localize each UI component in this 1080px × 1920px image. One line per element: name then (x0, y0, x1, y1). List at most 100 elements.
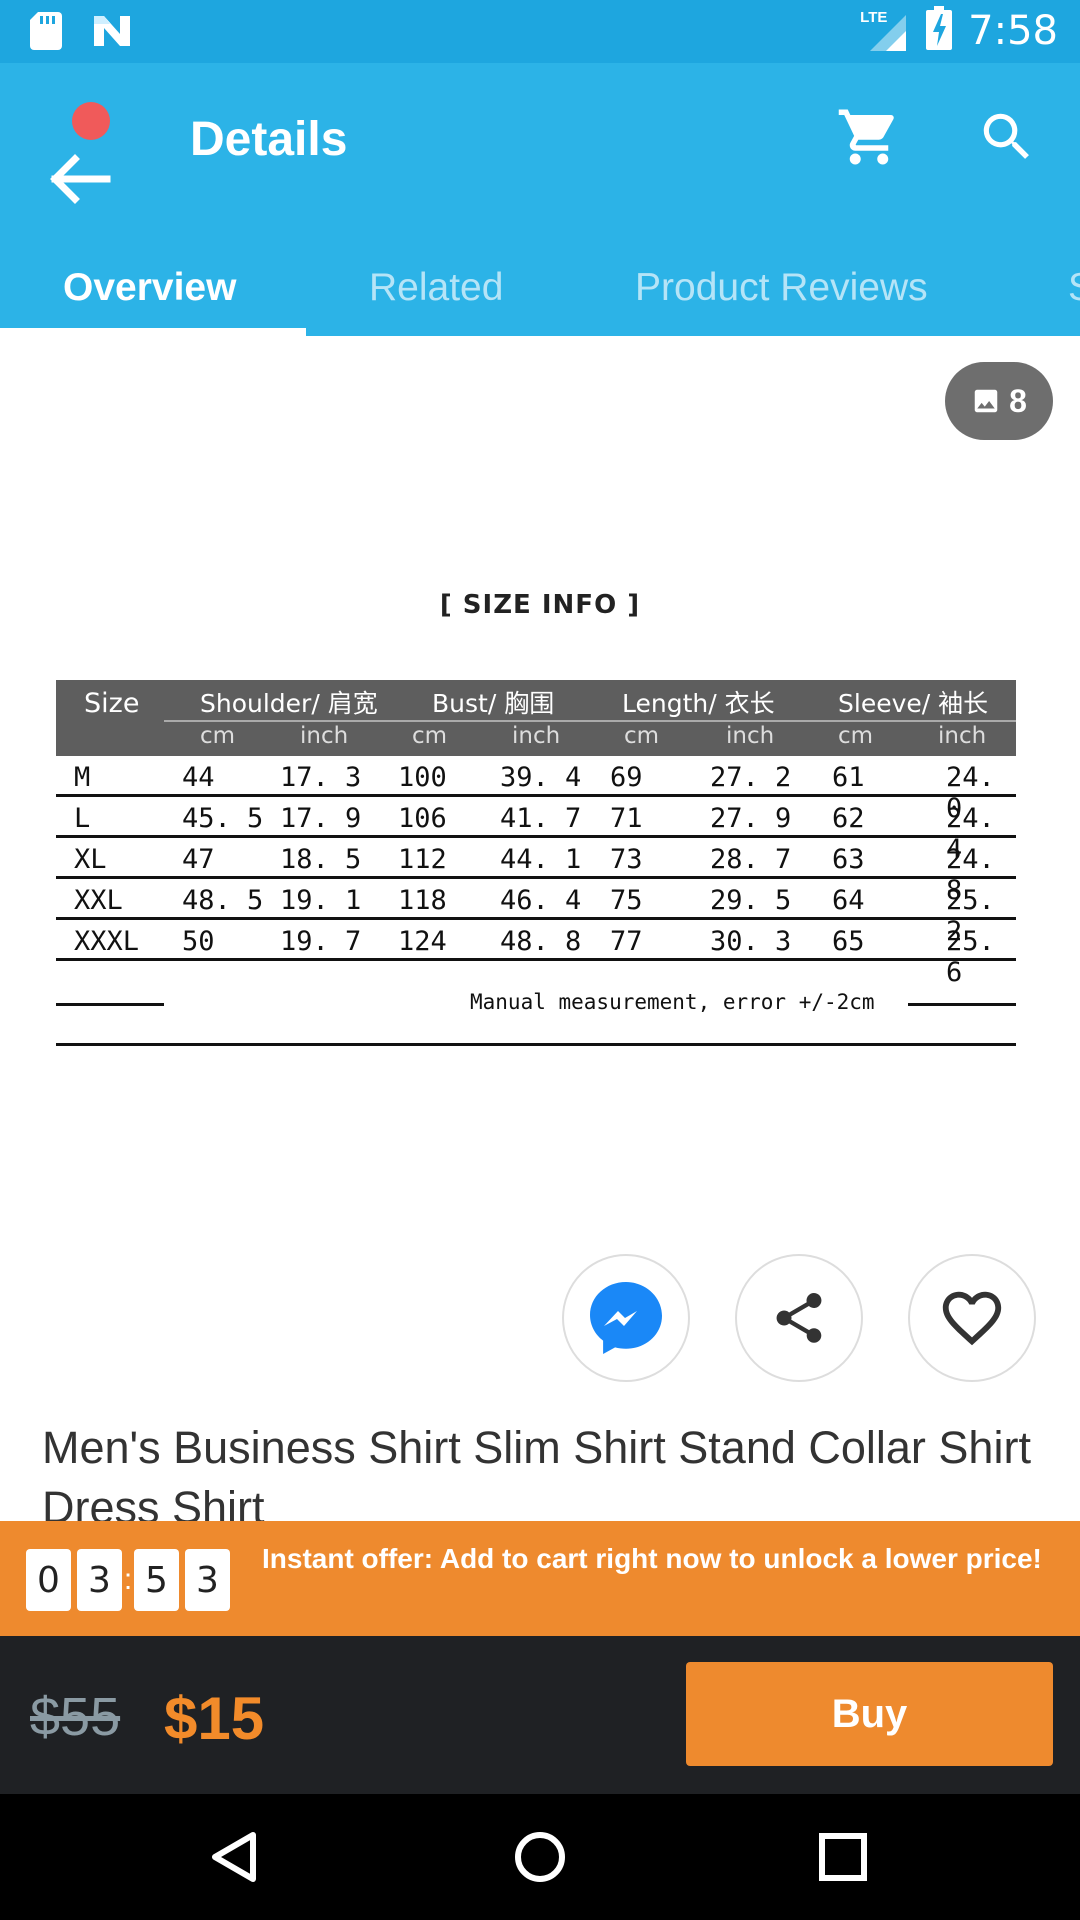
tab-related[interactable]: Related (369, 240, 503, 336)
measure-cell: 30. 3 (710, 926, 792, 957)
measure-cell: 124 (398, 926, 447, 957)
buy-button[interactable]: Buy (686, 1662, 1053, 1766)
table-row: L 45. 5 17. 9 106 41. 7 71 27. 9 62 24. 4 (56, 797, 1016, 865)
table-row: XXL 48. 5 19. 1 118 46. 4 75 29. 5 64 25. 2 (56, 879, 1016, 947)
measure-cell: 48. 8 (500, 926, 582, 957)
messenger-button[interactable] (562, 1254, 690, 1382)
square-recents-icon (819, 1833, 867, 1881)
instant-offer-banner[interactable]: 0 3 : 5 3 Instant offer: Add to cart rig… (0, 1521, 1080, 1636)
timer-digit: 0 (26, 1549, 71, 1611)
measure-cell: 61 (832, 762, 865, 793)
nav-home-button[interactable] (505, 1822, 575, 1892)
measurement-note: Manual measurement, error +/-2cm (56, 990, 1016, 1020)
measure-cell: 19. 1 (280, 885, 362, 916)
size-cell: XXXL (74, 926, 140, 957)
measure-cell: 77 (610, 926, 643, 957)
measure-cell: 73 (610, 844, 643, 875)
back-arrow-icon (50, 154, 111, 204)
status-bar: LTE 7:58 (0, 0, 1080, 63)
messenger-icon (590, 1282, 662, 1354)
timer-digit: 5 (134, 1549, 179, 1611)
table-row: XXXL 50 19. 7 124 48. 8 77 30. 3 65 25. 6 (56, 920, 1016, 988)
signal-icon: LTE (860, 9, 910, 53)
measure-cell: 69 (610, 762, 643, 793)
share-button[interactable] (735, 1254, 863, 1382)
table-row: XL 47 18. 5 112 44. 1 73 28. 7 63 24. 8 (56, 838, 1016, 906)
status-time: 7:58 (968, 7, 1058, 54)
unit-label: inch (512, 723, 561, 749)
buy-bar: $55 $15 Buy (0, 1636, 1080, 1794)
timer-digit: 3 (77, 1549, 122, 1611)
measure-cell: 118 (398, 885, 447, 916)
unit-label: inch (938, 723, 987, 749)
size-table-header: Size Shoulder/ 肩宽 Bust/ 胸围 Length/ 衣长 Sl… (56, 680, 1016, 756)
measure-cell: 47 (182, 844, 215, 875)
tab-bar: Overview Related Product Reviews S (0, 240, 1080, 336)
group-length: Length/ 衣长 (622, 689, 775, 718)
unit-label: cm (838, 723, 874, 749)
measure-cell: 41. 7 (500, 803, 582, 834)
timer-digit: 3 (185, 1549, 230, 1611)
measure-cell: 46. 4 (500, 885, 582, 916)
share-icon (776, 1293, 822, 1343)
measure-cell: 27. 9 (710, 803, 792, 834)
image-count-badge[interactable]: 8 (945, 362, 1053, 440)
measure-cell: 19. 7 (280, 926, 362, 957)
measure-cell: 71 (610, 803, 643, 834)
page-title: Details (190, 113, 348, 166)
product-title: Men's Business Shirt Slim Shirt Stand Co… (42, 1422, 1031, 1533)
measure-cell: 18. 5 (280, 844, 362, 875)
nav-recents-button[interactable] (808, 1822, 878, 1892)
heart-icon (942, 1291, 1002, 1346)
original-price: $55 (30, 1687, 121, 1747)
group-shoulder: Shoulder/ 肩宽 (200, 689, 378, 718)
measure-cell: 48. 5 (182, 885, 264, 916)
timer-colon: : (123, 1563, 133, 1596)
n-logo-icon (92, 14, 132, 53)
note-divider (908, 1003, 1016, 1006)
tab-overview[interactable]: Overview (63, 240, 236, 336)
search-icon (983, 113, 1029, 159)
tab-more[interactable]: S (1068, 240, 1080, 336)
measure-cell: 106 (398, 803, 447, 834)
header-divider (164, 720, 1016, 722)
measure-cell: 44 (182, 762, 215, 793)
tab-product-reviews[interactable]: Product Reviews (635, 240, 928, 336)
measure-cell: 64 (832, 885, 865, 916)
measure-cell: 62 (832, 803, 865, 834)
unit-label: inch (300, 723, 349, 749)
size-cell: L (74, 803, 91, 834)
measure-cell: 75 (610, 885, 643, 916)
note-divider (56, 1003, 164, 1006)
measure-cell: 65 (832, 926, 865, 957)
battery-charging-icon (926, 6, 953, 55)
size-cell: M (74, 762, 91, 793)
search-button[interactable] (976, 106, 1038, 168)
size-table: Size Shoulder/ 肩宽 Bust/ 胸围 Length/ 衣长 Sl… (56, 680, 1016, 988)
unit-label: cm (624, 723, 660, 749)
nav-back-button[interactable] (200, 1822, 270, 1892)
favorite-button[interactable] (908, 1254, 1036, 1382)
group-bust: Bust/ 胸围 (432, 689, 555, 718)
size-cell: XL (74, 844, 107, 875)
image-count: 8 (1009, 382, 1027, 419)
measure-cell: 29. 5 (710, 885, 792, 916)
cart-button[interactable] (836, 104, 902, 170)
note-text: Manual measurement, error +/-2cm (470, 990, 875, 1014)
size-table-body: M 44 17. 3 100 39. 4 69 27. 2 61 24. 0 L 45. 5 17. … (56, 756, 1016, 988)
image-icon (974, 389, 998, 413)
size-header: Size (84, 688, 140, 719)
countdown-timer: 0 3 : 5 3 (26, 1549, 230, 1611)
measure-cell: 25. 6 (946, 926, 995, 988)
unit-label: inch (726, 723, 775, 749)
sd-card-icon (30, 12, 62, 55)
measure-cell: 28. 7 (710, 844, 792, 875)
table-row: M 44 17. 3 100 39. 4 69 27. 2 61 24. 0 (56, 756, 1016, 824)
measure-cell: 50 (182, 926, 215, 957)
current-price: $15 (164, 1685, 265, 1752)
group-sleeve: Sleeve/ 袖长 (838, 689, 989, 718)
measure-cell: 44. 1 (500, 844, 582, 875)
triangle-back-icon (212, 1832, 256, 1882)
circle-home-icon (515, 1832, 565, 1882)
measure-cell: 63 (832, 844, 865, 875)
